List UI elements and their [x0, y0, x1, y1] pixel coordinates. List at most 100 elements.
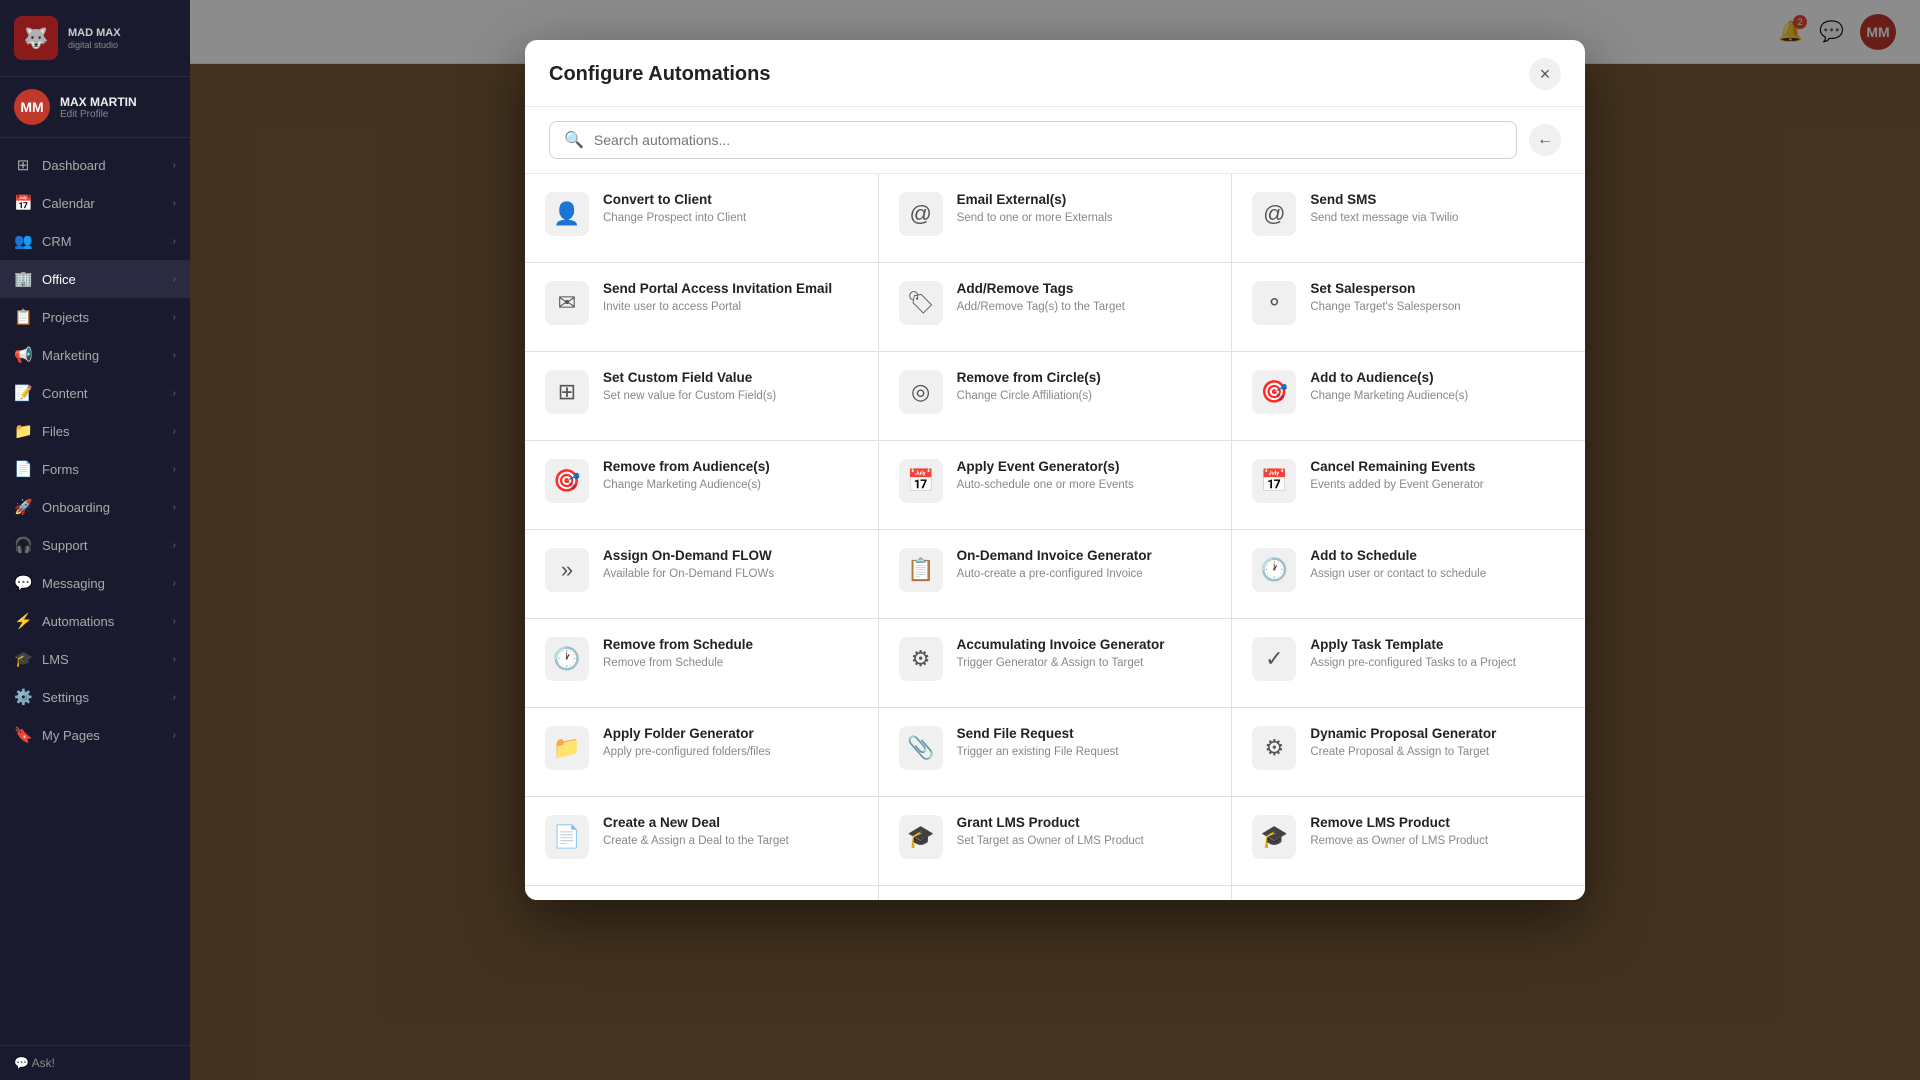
automation-item-remove-from-schedule[interactable]: 🕐 Remove from Schedule Remove from Sched…	[525, 619, 878, 707]
sidebar-label-my-pages: My Pages	[42, 728, 173, 743]
automation-icon-apply-event-generator: 📅	[899, 459, 943, 503]
automation-icon-add-remove-tags: 🏷	[899, 281, 943, 325]
automation-icon-send-file-request: 📎	[899, 726, 943, 770]
sidebar-label-messaging: Messaging	[42, 576, 173, 591]
automation-item-remove-lms-product[interactable]: 🎓 Remove LMS Product Remove as Owner of …	[1232, 797, 1585, 885]
automation-item-send-file-request[interactable]: 📎 Send File Request Trigger an existing …	[879, 708, 1232, 796]
automation-desc-convert-to-client: Change Prospect into Client	[603, 210, 746, 226]
automation-item-accumulating-invoice-generator[interactable]: ⚙ Accumulating Invoice Generator Trigger…	[879, 619, 1232, 707]
automation-item-send-sms[interactable]: @ Send SMS Send text message via Twilio	[1232, 174, 1585, 262]
sidebar-nav: ⊞ Dashboard › 📅 Calendar › 👥 CRM › 🏢 Off…	[0, 138, 190, 1045]
sidebar-item-messaging[interactable]: 💬 Messaging ›	[0, 564, 190, 602]
sidebar-label-office: Office	[42, 272, 173, 287]
automation-item-apply-folder-generator[interactable]: 📁 Apply Folder Generator Apply pre-confi…	[525, 708, 878, 796]
automation-title-dynamic-proposal-generator: Dynamic Proposal Generator	[1310, 726, 1496, 741]
sidebar-icon-lms: 🎓	[14, 650, 32, 668]
sidebar-footer-ask[interactable]: 💬 Ask!	[0, 1045, 190, 1080]
search-input[interactable]	[594, 132, 1502, 148]
automation-item-on-demand-invoice-generator[interactable]: 📋 On-Demand Invoice Generator Auto-creat…	[879, 530, 1232, 618]
automation-title-remove-from-audiences: Remove from Audience(s)	[603, 459, 770, 474]
sidebar-item-marketing[interactable]: 📢 Marketing ›	[0, 336, 190, 374]
sidebar-item-my-pages[interactable]: 🔖 My Pages ›	[0, 716, 190, 754]
automation-item-send-portal-access[interactable]: ✉ Send Portal Access Invitation Email In…	[525, 263, 878, 351]
sidebar-arrow-office: ›	[173, 274, 176, 285]
sidebar-item-projects[interactable]: 📋 Projects ›	[0, 298, 190, 336]
sidebar-label-forms: Forms	[42, 462, 173, 477]
sidebar-label-dashboard: Dashboard	[42, 158, 173, 173]
sidebar-arrow-calendar: ›	[173, 198, 176, 209]
automation-desc-create-new-deal: Create & Assign a Deal to the Target	[603, 833, 789, 849]
automation-item-add-to-checklists[interactable]: ✓ Add to Checklists Assign Target to Che…	[879, 886, 1232, 900]
automation-desc-send-file-request: Trigger an existing File Request	[957, 744, 1119, 760]
automation-item-add-remove-tags[interactable]: 🏷 Add/Remove Tags Add/Remove Tag(s) to t…	[879, 263, 1232, 351]
automation-item-remove-from-checklist[interactable]: ✓ Remove from Checklist Remove Target fr…	[1232, 886, 1585, 900]
automation-item-grant-lms-product[interactable]: 🎓 Grant LMS Product Set Target as Owner …	[879, 797, 1232, 885]
automation-item-set-custom-field[interactable]: ⊞ Set Custom Field Value Set new value f…	[525, 352, 878, 440]
automation-icon-on-demand-invoice-generator: 📋	[899, 548, 943, 592]
automation-item-apply-event-generator[interactable]: 📅 Apply Event Generator(s) Auto-schedule…	[879, 441, 1232, 529]
sidebar-icon-files: 📁	[14, 422, 32, 440]
automation-title-convert-to-client: Convert to Client	[603, 192, 746, 207]
sidebar-item-automations[interactable]: ⚡ Automations ›	[0, 602, 190, 640]
automation-title-create-new-deal: Create a New Deal	[603, 815, 789, 830]
sidebar-item-dashboard[interactable]: ⊞ Dashboard ›	[0, 146, 190, 184]
search-icon: 🔍	[564, 130, 584, 150]
sidebar-arrow-projects: ›	[173, 312, 176, 323]
sidebar-arrow-settings: ›	[173, 692, 176, 703]
automation-item-dynamic-proposal-generator[interactable]: ⚙ Dynamic Proposal Generator Create Prop…	[1232, 708, 1585, 796]
sidebar-user[interactable]: MM MAX MARTIN Edit Profile	[0, 77, 190, 138]
automation-title-add-to-schedule: Add to Schedule	[1310, 548, 1486, 563]
automation-icon-remove-from-audiences: 🎯	[545, 459, 589, 503]
app-sub: digital studio	[68, 40, 121, 50]
sidebar-item-office[interactable]: 🏢 Office ›	[0, 260, 190, 298]
configure-automations-modal: Configure Automations × 🔍 ← 👤 Convert to…	[525, 40, 1585, 900]
automation-desc-send-portal-access: Invite user to access Portal	[603, 299, 832, 315]
modal-close-button[interactable]: ×	[1529, 58, 1561, 90]
automation-desc-apply-task-template: Assign pre-configured Tasks to a Project	[1310, 655, 1516, 671]
automation-item-cancel-remaining-events[interactable]: 📅 Cancel Remaining Events Events added b…	[1232, 441, 1585, 529]
automation-desc-dynamic-proposal-generator: Create Proposal & Assign to Target	[1310, 744, 1496, 760]
sidebar-item-settings[interactable]: ⚙️ Settings ›	[0, 678, 190, 716]
sidebar-item-forms[interactable]: 📄 Forms ›	[0, 450, 190, 488]
automation-desc-add-to-audiences: Change Marketing Audience(s)	[1310, 388, 1468, 404]
sidebar-item-onboarding[interactable]: 🚀 Onboarding ›	[0, 488, 190, 526]
sidebar-label-projects: Projects	[42, 310, 173, 325]
sidebar-arrow-dashboard: ›	[173, 160, 176, 171]
automation-item-apply-task-template[interactable]: ✓ Apply Task Template Assign pre-configu…	[1232, 619, 1585, 707]
sidebar-arrow-support: ›	[173, 540, 176, 551]
automation-item-remove-from-audiences[interactable]: 🎯 Remove from Audience(s) Change Marketi…	[525, 441, 878, 529]
sidebar-icon-onboarding: 🚀	[14, 498, 32, 516]
automation-icon-remove-from-circle: ◎	[899, 370, 943, 414]
automation-item-add-to-audiences[interactable]: 🎯 Add to Audience(s) Change Marketing Au…	[1232, 352, 1585, 440]
sidebar-item-support[interactable]: 🎧 Support ›	[0, 526, 190, 564]
search-back-button[interactable]: ←	[1529, 124, 1561, 156]
automation-item-convert-to-client[interactable]: 👤 Convert to Client Change Prospect into…	[525, 174, 878, 262]
automation-icon-create-new-deal: 📄	[545, 815, 589, 859]
automation-icon-set-custom-field: ⊞	[545, 370, 589, 414]
sidebar-item-calendar[interactable]: 📅 Calendar ›	[0, 184, 190, 222]
sidebar-item-files[interactable]: 📁 Files ›	[0, 412, 190, 450]
automation-title-apply-task-template: Apply Task Template	[1310, 637, 1516, 652]
sidebar-item-lms[interactable]: 🎓 LMS ›	[0, 640, 190, 678]
sidebar-arrow-content: ›	[173, 388, 176, 399]
sidebar-icon-calendar: 📅	[14, 194, 32, 212]
automation-item-webhook-notification[interactable]: ↩ Webhook Notification Fire a webhook to…	[525, 886, 878, 900]
sidebar-icon-forms: 📄	[14, 460, 32, 478]
automation-icon-send-sms: @	[1252, 192, 1296, 236]
sidebar-logo: 🐺 MAD MAX digital studio	[0, 0, 190, 77]
automation-item-email-externals[interactable]: @ Email External(s) Send to one or more …	[879, 174, 1232, 262]
sidebar-item-crm[interactable]: 👥 CRM ›	[0, 222, 190, 260]
automation-item-assign-on-demand-flow[interactable]: » Assign On-Demand FLOW Available for On…	[525, 530, 878, 618]
sidebar-arrow-crm: ›	[173, 236, 176, 247]
modal-title: Configure Automations	[549, 63, 770, 86]
automation-item-create-new-deal[interactable]: 📄 Create a New Deal Create & Assign a De…	[525, 797, 878, 885]
automation-title-add-remove-tags: Add/Remove Tags	[957, 281, 1125, 296]
automation-item-add-to-schedule[interactable]: 🕐 Add to Schedule Assign user or contact…	[1232, 530, 1585, 618]
modal-overlay: Configure Automations × 🔍 ← 👤 Convert to…	[190, 0, 1920, 1080]
sidebar-item-content[interactable]: 📝 Content ›	[0, 374, 190, 412]
edit-profile-link[interactable]: Edit Profile	[60, 109, 137, 120]
automation-desc-add-to-schedule: Assign user or contact to schedule	[1310, 566, 1486, 582]
automation-item-set-salesperson[interactable]: ⚬ Set Salesperson Change Target's Salesp…	[1232, 263, 1585, 351]
automation-icon-remove-from-schedule: 🕐	[545, 637, 589, 681]
automation-item-remove-from-circle[interactable]: ◎ Remove from Circle(s) Change Circle Af…	[879, 352, 1232, 440]
